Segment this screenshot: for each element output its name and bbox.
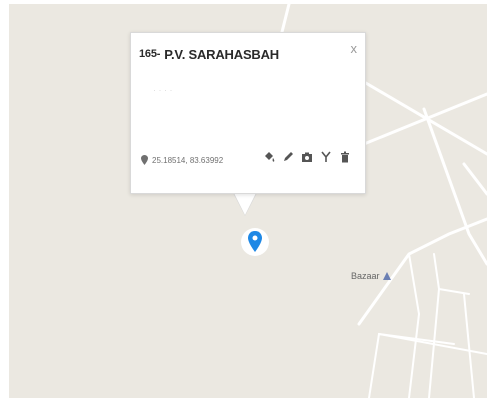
road <box>433 253 470 295</box>
place-label[interactable]: Bazaar <box>351 271 391 281</box>
road <box>463 293 475 398</box>
pencil-icon[interactable] <box>282 151 294 163</box>
popup-title: 165- P.V. SARAHASBAH <box>139 47 279 62</box>
trash-icon[interactable] <box>339 151 351 163</box>
popup-pointer <box>234 193 256 215</box>
location-marker[interactable] <box>240 218 270 271</box>
popup-subtitle: · · · · <box>153 85 173 95</box>
info-popup: 165- P.V. SARAHASBAH · · · · x 25.18514, … <box>130 32 366 194</box>
close-button[interactable]: x <box>351 41 358 56</box>
popup-title-text: P.V. SARAHASBAH <box>164 47 279 62</box>
coordinates-text: 25.18514, 83.63992 <box>152 155 224 165</box>
road <box>357 77 487 156</box>
screen: Bazaar 165- P.V. SARAHASBAH · · · · x 25.… <box>0 0 493 405</box>
popup-number: 165- <box>139 48 161 60</box>
coordinates: 25.18514, 83.63992 <box>141 155 223 165</box>
place-label-text: Bazaar <box>351 271 380 281</box>
location-pin-icon <box>141 155 148 165</box>
map-pin-icon <box>241 228 269 256</box>
road <box>362 92 487 146</box>
fork-icon[interactable] <box>320 151 332 163</box>
road <box>462 162 487 196</box>
popup-toolbar <box>263 151 351 163</box>
road <box>408 253 421 398</box>
camera-icon[interactable] <box>301 151 313 163</box>
bazaar-icon <box>382 272 391 280</box>
paint-bucket-icon[interactable] <box>263 151 275 163</box>
